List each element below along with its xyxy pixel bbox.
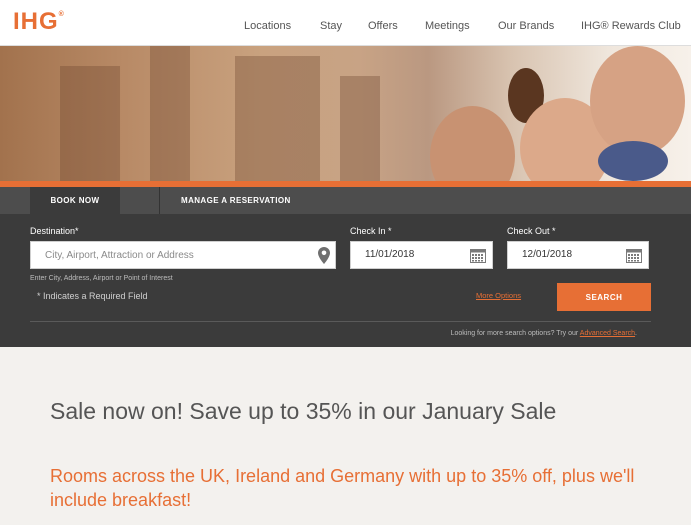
- advanced-search-suffix: .: [635, 330, 637, 337]
- sale-heading: Sale now on! Save up to 35% in our Janua…: [50, 398, 557, 424]
- location-pin-icon[interactable]: [318, 247, 330, 264]
- hero-person: [430, 106, 515, 181]
- booking-tabs: BOOK NOW MANAGE A RESERVATION: [0, 187, 691, 214]
- site-header: IHG® Locations Stay Offers Meetings Our …: [0, 0, 691, 46]
- main-nav: Locations Stay Offers Meetings Our Brand…: [0, 20, 691, 36]
- booking-divider: [30, 321, 651, 322]
- nav-item-offers[interactable]: Offers: [368, 20, 398, 32]
- check-in-label: Check In *: [350, 226, 392, 236]
- booking-panel: BOOK NOW MANAGE A RESERVATION Destinatio…: [0, 187, 691, 347]
- required-field-note: * Indicates a Required Field: [37, 291, 148, 301]
- advanced-search-line: Looking for more search options? Try our…: [451, 330, 637, 337]
- hero-building: [340, 76, 380, 181]
- search-button[interactable]: SEARCH: [557, 283, 651, 311]
- hero-building: [235, 56, 320, 181]
- destination-label: Destination*: [30, 226, 79, 236]
- hero-image: [0, 46, 691, 181]
- check-out-value[interactable]: 12/01/2018: [522, 249, 572, 260]
- check-out-field[interactable]: 12/01/2018: [507, 241, 649, 269]
- hero-building: [150, 46, 190, 181]
- nav-item-meetings[interactable]: Meetings: [425, 20, 470, 32]
- nav-item-rewards-club[interactable]: IHG® Rewards Club: [581, 20, 681, 32]
- sale-subheading: Rooms across the UK, Ireland and Germany…: [50, 466, 635, 510]
- destination-field[interactable]: [30, 241, 336, 269]
- check-in-value[interactable]: 11/01/2018: [365, 249, 414, 260]
- logo-registered-mark: ®: [58, 11, 64, 18]
- nav-item-locations[interactable]: Locations: [244, 20, 291, 32]
- destination-input[interactable]: [45, 242, 295, 268]
- more-options-link[interactable]: More Options: [476, 291, 521, 300]
- calendar-icon[interactable]: [626, 248, 642, 263]
- hero-person: [590, 46, 685, 156]
- check-out-label: Check Out *: [507, 226, 556, 236]
- advanced-search-link[interactable]: Advanced Search: [580, 330, 635, 337]
- hero-person-shirt: [598, 141, 668, 181]
- tab-separator: [159, 187, 160, 214]
- nav-item-our-brands[interactable]: Our Brands: [498, 20, 554, 32]
- check-in-field[interactable]: 11/01/2018: [350, 241, 493, 269]
- tab-manage-reservation[interactable]: MANAGE A RESERVATION: [181, 187, 291, 214]
- advanced-search-prefix: Looking for more search options? Try our: [450, 330, 579, 337]
- calendar-icon[interactable]: [470, 248, 486, 263]
- hero-building: [60, 66, 120, 181]
- nav-item-stay[interactable]: Stay: [320, 20, 342, 32]
- destination-hint: Enter City, Address, Airport or Point of…: [30, 275, 173, 282]
- tab-book-now[interactable]: BOOK NOW: [30, 187, 120, 214]
